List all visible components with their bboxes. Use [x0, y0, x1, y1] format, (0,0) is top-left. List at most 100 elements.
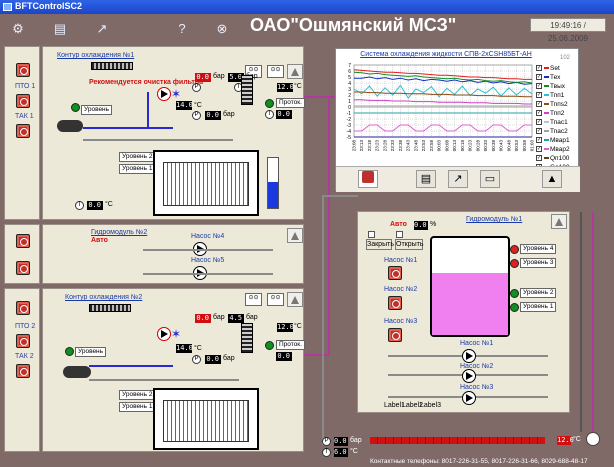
tak2-button[interactable]: [16, 364, 30, 378]
pto1-button[interactable]: [16, 94, 30, 108]
level1-label: Уровень 1: [119, 402, 156, 412]
module2-stop-button[interactable]: [16, 234, 30, 248]
temperature-value: 12.0: [277, 323, 294, 332]
level1-label: Уровень 1: [119, 164, 156, 174]
chart-icon[interactable]: ↗: [448, 170, 468, 188]
legend-item[interactable]: ✓ Твых: [536, 82, 580, 91]
collapse-button[interactable]: [287, 292, 303, 307]
legend-checkbox[interactable]: ✓: [536, 128, 542, 135]
pressure-value: 0.0: [195, 314, 211, 323]
legend-item[interactable]: ✓ Тпп1: [536, 91, 580, 100]
collapse-button[interactable]: [287, 228, 303, 243]
stop-icon[interactable]: [358, 170, 378, 188]
tak1-button[interactable]: [16, 124, 30, 138]
legend-item[interactable]: ✓ Мвар1: [536, 136, 580, 145]
legend-checkbox[interactable]: ✓: [536, 92, 542, 99]
legend-checkbox[interactable]: ✓: [536, 101, 542, 108]
stop-button-2[interactable]: [16, 301, 30, 315]
close-valve-button[interactable]: Закрыть: [366, 239, 394, 250]
pipe: [304, 354, 330, 356]
pressure-sensor-icon: P: [192, 111, 201, 120]
legend-label: Тпп1: [550, 92, 565, 99]
legend-checkbox[interactable]: ✓: [536, 65, 542, 72]
close-checkbox[interactable]: [368, 231, 375, 238]
x-tick-label: 23:28: [382, 140, 387, 152]
legend-item[interactable]: ✓ Тппs2: [536, 100, 580, 109]
sidebar-panel-2: [4, 224, 40, 284]
legend-checkbox[interactable]: ✓: [536, 74, 542, 81]
legend-item[interactable]: ✓ Мвар2: [536, 145, 580, 154]
module2-stop-button-2[interactable]: [16, 261, 30, 275]
pipe: [304, 96, 335, 98]
pto2-button[interactable]: [16, 334, 30, 348]
filter-warning: Рекомендуется очистка фильтра: [89, 79, 203, 86]
legend-label: Тппs2: [550, 101, 568, 108]
legend-checkbox[interactable]: ✓: [536, 155, 542, 162]
stop-button-1[interactable]: [16, 63, 30, 77]
pipe: [147, 92, 149, 128]
help-icon[interactable]: ?: [172, 20, 192, 38]
nasos1-label: Насос №1: [384, 257, 418, 264]
pump1-icon[interactable]: [462, 349, 476, 363]
x-tick-label: 23:23: [375, 140, 380, 152]
collapse-button[interactable]: ▲: [542, 170, 562, 188]
filter-graphic: [89, 304, 131, 312]
pipe: [83, 127, 173, 129]
module1-panel: Гидромодуль №1 Авто 0.0 % Закрыть Открыт…: [357, 211, 570, 413]
tool-icon[interactable]: ⚙: [8, 20, 28, 38]
collapse-button[interactable]: [551, 214, 567, 229]
folder-icon[interactable]: ▭: [480, 170, 500, 188]
x-tick-label: 23:48: [413, 140, 418, 152]
series-line: [354, 99, 532, 105]
x-tick-label: 00:23: [468, 140, 473, 152]
nasos3-stop-button[interactable]: [388, 328, 402, 342]
legend-item[interactable]: ✓ Тпп2: [536, 109, 580, 118]
unit-label: °C: [573, 436, 581, 443]
open-valve-button[interactable]: Открыть: [395, 239, 424, 250]
pump1-label: Насос №1: [460, 340, 494, 347]
legend-checkbox[interactable]: ✓: [536, 110, 542, 117]
legend-swatch: [544, 67, 549, 70]
pump-icon[interactable]: [157, 327, 171, 341]
legend-checkbox[interactable]: ✓: [536, 119, 542, 126]
cooling-tank: [153, 388, 259, 450]
legend-checkbox[interactable]: ✓: [536, 146, 542, 153]
nasos3-label: Насос №3: [384, 318, 418, 325]
legend-item[interactable]: ✓ Тпас1: [536, 118, 580, 127]
nasos2-stop-button[interactable]: [388, 296, 402, 310]
legend-swatch: [544, 85, 549, 88]
collapse-button[interactable]: [287, 64, 303, 79]
level-led: [71, 103, 80, 112]
pump-icon[interactable]: [157, 87, 171, 101]
pressure-value: 0.0: [205, 355, 221, 364]
module2-panel: Гидромодуль №2 Авто Насос №4 Насос №5: [42, 224, 304, 284]
level2-label: Уровень 2: [119, 152, 156, 162]
pipe: [328, 96, 330, 354]
panel-icon[interactable]: ▤: [50, 20, 70, 38]
contour2-panel: Контур охлаждения №2 ⊙⊙ ⊙⊙ 0.0 бар 4.5 б…: [42, 288, 305, 452]
legend-item[interactable]: ✓ Qп100: [536, 154, 580, 163]
level2-led: [510, 289, 519, 298]
legend-swatch: [544, 139, 549, 142]
legend-item[interactable]: ✓ Set: [536, 64, 580, 73]
x-tick-label: 00:03: [437, 140, 442, 152]
chart-icon[interactable]: ↗: [92, 20, 112, 38]
close-icon[interactable]: ⊗: [212, 20, 232, 38]
bottom-pressure-value: 0.0: [334, 437, 348, 446]
legend-label: Тпп2: [550, 110, 565, 117]
pump3-icon[interactable]: [462, 391, 476, 405]
panel-icon[interactable]: ▤: [416, 170, 436, 188]
legend-checkbox[interactable]: ✓: [536, 83, 542, 90]
legend-checkbox[interactable]: ✓: [536, 137, 542, 144]
temperature-value: 0.0: [276, 110, 292, 119]
module1-mode: Авто: [390, 221, 407, 228]
contour1-title: Контур охлаждения №1: [57, 52, 135, 59]
trend-chart[interactable]: 76543210-1-2-3-4-523:08 23:13 23:18 23:23 23…: [336, 59, 536, 165]
legend-label: Qп100: [550, 155, 570, 162]
legend-item[interactable]: ✓ Тпас2: [536, 127, 580, 136]
legend-item[interactable]: ✓ Тех: [536, 73, 580, 82]
legend-swatch: [544, 103, 549, 106]
open-checkbox[interactable]: [396, 231, 403, 238]
nasos1-stop-button[interactable]: [388, 266, 402, 280]
pump2-icon[interactable]: [462, 369, 476, 383]
